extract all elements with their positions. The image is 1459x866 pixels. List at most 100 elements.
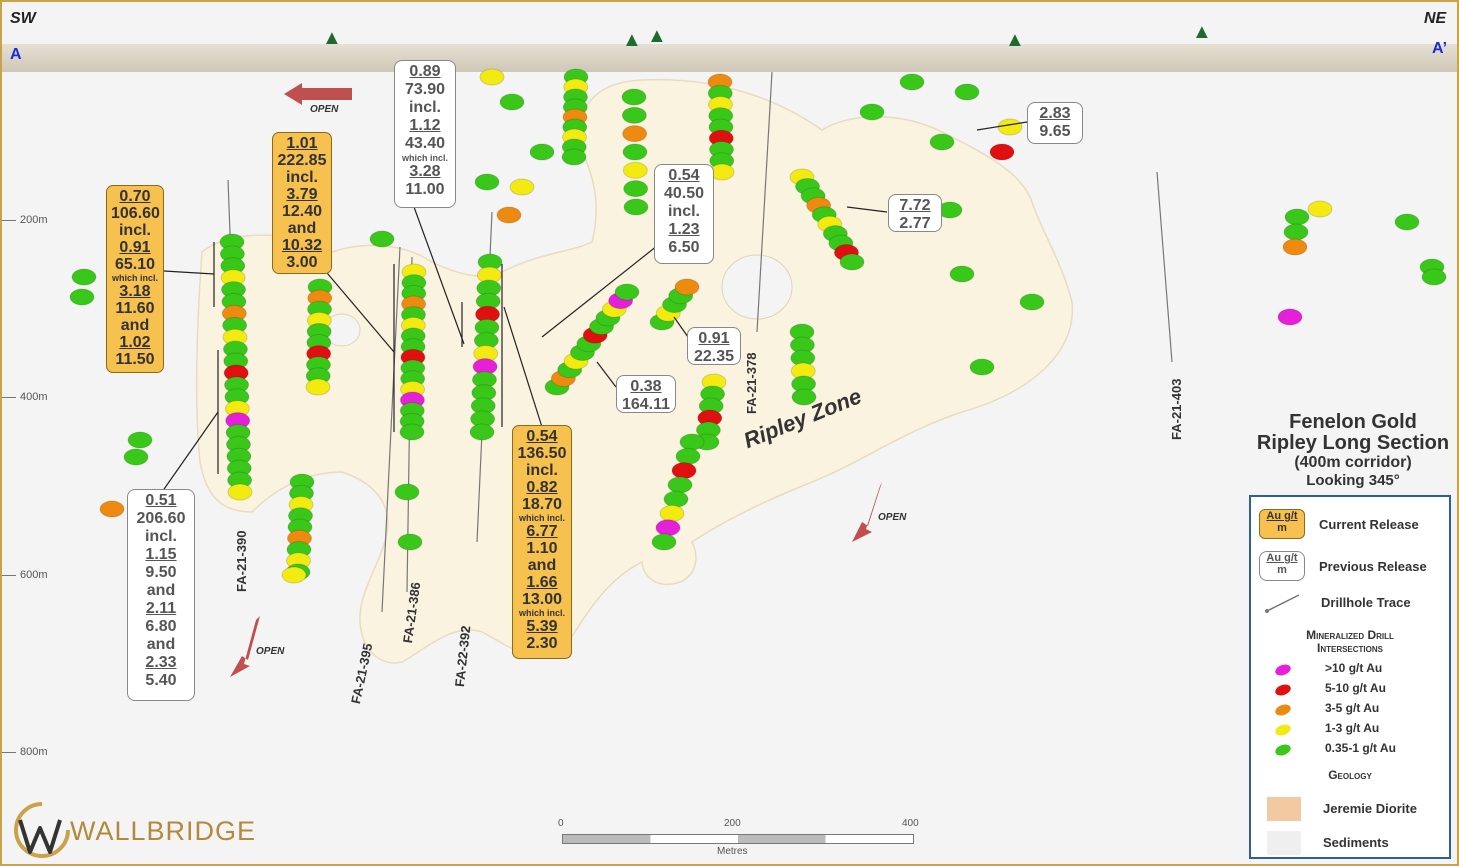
- title-line-4: Looking 345°: [1306, 472, 1400, 489]
- box-line: 13.00: [521, 591, 563, 608]
- intersection-marker: [659, 504, 685, 522]
- previous-release-box: 7.72 2.77: [888, 194, 942, 232]
- intersection-marker: [655, 519, 681, 537]
- swatch-text: Au g/t: [1266, 510, 1298, 522]
- legend: Au g/t m Current Release Au g/t m Previo…: [1249, 495, 1451, 859]
- box-line: 0.54: [668, 167, 700, 184]
- intersection-marker: [969, 358, 995, 376]
- box-line: incl.: [285, 169, 318, 186]
- box-line: 1.23: [668, 221, 700, 238]
- intersection-marker: [1307, 200, 1333, 218]
- intersection-marker: [899, 73, 925, 91]
- box-line: 1.02: [119, 334, 151, 351]
- box-line: and: [527, 557, 557, 574]
- scale-tick-0: 0: [558, 818, 564, 829]
- intersection-marker: [989, 143, 1015, 161]
- box-line: 3.79: [286, 186, 318, 203]
- current-release-box: 0.54 136.50 incl. 0.82 18.70 which incl. 6.77 1…: [512, 425, 572, 659]
- intersection-marker: [651, 533, 677, 551]
- legend-trace-label: Drillhole Trace: [1321, 595, 1411, 610]
- scale-bar: 0 200 400 Metres: [558, 818, 919, 862]
- legend-geology-head: Geology: [1328, 768, 1372, 782]
- box-line: 206.60: [136, 510, 186, 527]
- legend-current-swatch: Au g/t m: [1259, 509, 1305, 539]
- section-drawing: [69, 68, 1447, 677]
- legend-diorite-swatch: [1267, 797, 1301, 821]
- box-line: 12.40: [281, 203, 323, 220]
- intersection-marker: [1394, 213, 1420, 231]
- intersection-marker: [1019, 293, 1045, 311]
- title-line-2: Ripley Long Section: [1256, 432, 1450, 454]
- box-line: 9.50: [145, 564, 177, 581]
- box-line: 6.50: [668, 239, 700, 256]
- box-line: which incl.: [111, 273, 158, 283]
- wallbridge-logo-text: WALLBRIDGE: [70, 816, 257, 846]
- legend-grade-label: 1-3 g/t Au: [1325, 721, 1380, 735]
- legend-grade-label: 0.35-1 g/t Au: [1325, 741, 1396, 755]
- intersection-marker: [929, 133, 955, 151]
- intersection-marker: [675, 447, 701, 465]
- box-line: 18.70: [521, 496, 563, 513]
- intersection-marker: [227, 483, 253, 501]
- intersection-marker: [622, 125, 648, 143]
- legend-grade-label: 3-5 g/t Au: [1325, 701, 1380, 715]
- box-line: 0.51: [145, 492, 177, 509]
- intersection-marker: [614, 283, 640, 301]
- open-label: OPEN: [256, 646, 285, 657]
- intersection-marker: [369, 230, 395, 248]
- box-line: 0.38: [630, 378, 662, 395]
- box-line: 2.11: [145, 600, 177, 617]
- intersection-marker: [1277, 308, 1303, 326]
- box-line: 3.00: [286, 254, 318, 271]
- intersection-marker: [127, 431, 153, 449]
- box-line: and: [287, 220, 317, 237]
- intersection-marker: [859, 103, 885, 121]
- intersection-marker: [674, 278, 700, 296]
- intersection-marker: [1283, 223, 1309, 241]
- swatch-text: Au g/t: [1266, 552, 1298, 564]
- open-label: OPEN: [310, 104, 339, 115]
- intersection-marker: [1282, 238, 1308, 256]
- current-release-box: 1.01 222.85 incl. 3.79 12.40 and 10.32 3.00: [272, 132, 332, 274]
- box-line: which incl.: [518, 608, 565, 618]
- previous-release-box: 2.83 9.65: [1027, 102, 1083, 144]
- box-line: 0.89: [409, 63, 441, 80]
- intersection-marker: [479, 68, 505, 86]
- legend-trace-icon: [1265, 594, 1300, 613]
- box-line: 2.30: [526, 635, 558, 652]
- legend-grade-swatch: [1273, 702, 1293, 718]
- scale-bar-graphic: [562, 834, 914, 844]
- intersection-marker: [305, 378, 331, 396]
- scale-tick-200: 200: [724, 818, 741, 829]
- box-line: 0.91: [698, 330, 730, 347]
- box-line: 0.82: [526, 479, 558, 496]
- box-line: 106.60: [111, 205, 160, 222]
- intersection-marker: [499, 93, 525, 111]
- intersection-marker: [621, 106, 647, 124]
- box-line: 43.40: [404, 135, 446, 152]
- intersection-marker: [281, 566, 307, 584]
- hole-label-fa-21-403: FA-21-403: [1169, 378, 1184, 440]
- legend-sediments-swatch: [1267, 831, 1301, 855]
- box-line: 22.35: [693, 348, 735, 365]
- intersection-marker: [1421, 268, 1447, 286]
- box-line: 9.65: [1039, 123, 1071, 140]
- box-line: 136.50: [517, 445, 567, 462]
- box-line: 164.11: [621, 396, 671, 413]
- scale-unit: Metres: [717, 846, 748, 857]
- box-line: incl.: [525, 462, 558, 479]
- box-line: 10.32: [281, 237, 323, 254]
- intersection-marker: [469, 423, 495, 441]
- legend-grade-label: 5-10 g/t Au: [1325, 681, 1386, 695]
- previous-release-box: 0.89 73.90 incl. 1.12 43.40 which incl. 3.28 11…: [394, 60, 456, 208]
- intersection-marker: [69, 288, 95, 306]
- legend-mineral-head: Mineralized Drill Intersections: [1251, 629, 1449, 655]
- drillhole-trace: [1156, 171, 1173, 363]
- box-line: incl.: [408, 99, 441, 116]
- intersection-marker: [509, 178, 535, 196]
- box-line: which incl.: [518, 513, 565, 523]
- current-release-box: 0.70 106.60 incl. 0.91 65.10 which incl. 3.18 1…: [106, 185, 164, 373]
- open-label: OPEN: [878, 512, 907, 523]
- intersection-marker: [394, 483, 420, 501]
- box-line: incl.: [144, 528, 177, 545]
